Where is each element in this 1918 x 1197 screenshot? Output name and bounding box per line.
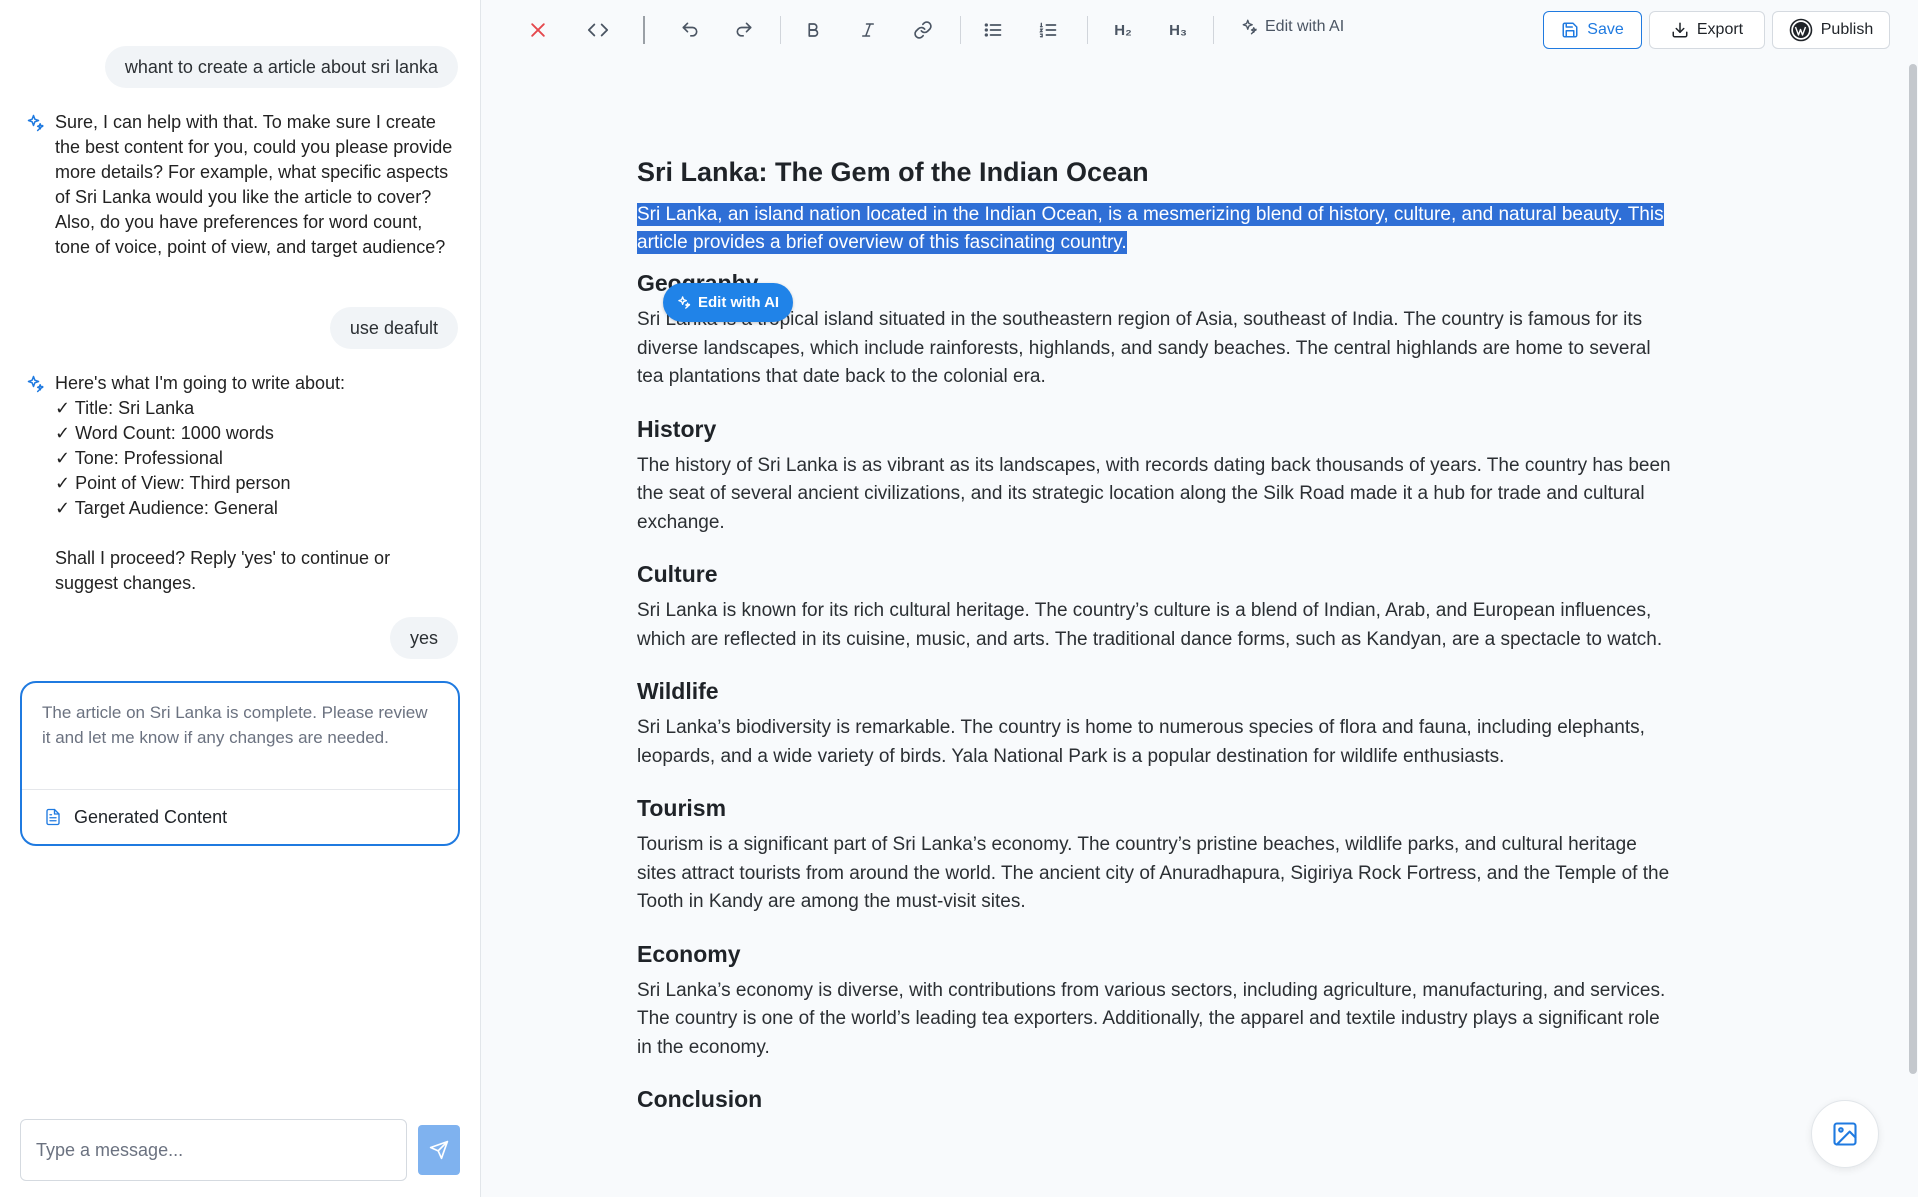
code-view-button[interactable] [583,15,613,45]
close-icon [531,23,545,37]
chat-history: whant to create a article about sri lank… [0,0,480,1097]
generated-content-link[interactable]: Generated Content [22,790,458,844]
save-icon [1562,22,1578,38]
code-icon [587,23,609,37]
italic-button[interactable] [853,15,883,45]
bullet-list-icon [984,23,1002,37]
toolbar-divider [1087,16,1088,44]
assistant-message-text: Here's what I'm going to write about: ✓ … [55,373,391,593]
undo-button[interactable] [675,15,705,45]
section-history: History The history of Sri Lanka is as v… [637,414,1677,538]
edit-with-ai-label: Edit with AI [1265,18,1345,35]
ai-sparkle-icon [27,114,44,132]
message-input[interactable] [20,1119,407,1181]
selected-text[interactable]: Sri Lanka, an island nation located in t… [637,203,1664,254]
user-message: use deafult [329,307,458,349]
generated-result-card: The article on Sri Lanka is complete. Pl… [20,681,460,846]
toolbar-divider [643,16,645,44]
assistant-message: Sure, I can help with that. To make sure… [26,110,458,260]
floating-edit-with-ai-button[interactable]: Edit with AI [663,283,794,322]
section-body[interactable]: Tourism is a significant part of Sri Lan… [637,831,1677,917]
article-intro[interactable]: Sri Lanka, an island nation located in t… [637,201,1677,268]
toolbar-edit-with-ai-button[interactable]: Edit with AI [1241,18,1344,36]
toolbar-divider [960,16,961,44]
section-body[interactable]: The history of Sri Lanka is as vibrant a… [637,452,1677,538]
link-button[interactable] [908,15,938,45]
image-icon [1833,1122,1857,1146]
redo-icon [736,22,752,37]
save-label: Save [1587,21,1624,38]
link-icon [914,21,932,39]
ai-sparkle-icon [1242,19,1257,35]
heading-3-label: H₃ [1169,21,1187,39]
assistant-message-text: Sure, I can help with that. To make sure… [55,112,453,257]
publish-button[interactable]: Publish [1772,11,1890,49]
floating-edit-with-ai-label: Edit with AI [698,294,780,311]
export-button[interactable]: Export [1649,11,1765,49]
toolbar-divider [780,16,781,44]
close-button[interactable] [523,15,553,45]
redo-button[interactable] [729,15,759,45]
heading-3-button[interactable]: H₃ [1163,15,1193,45]
section-body[interactable]: Sri Lanka is known for its rich cultural… [637,597,1677,654]
user-message-text: use deafult [349,318,438,338]
bold-icon [808,23,819,37]
section-body[interactable]: Sri Lanka is a tropical island situated … [637,306,1677,392]
section-heading[interactable]: Culture [637,559,1677,589]
italic-icon [862,23,874,37]
user-message-text: yes [409,628,438,648]
send-button[interactable] [418,1125,460,1175]
export-label: Export [1696,21,1744,38]
send-icon [429,1140,449,1160]
insert-image-button[interactable] [1811,1100,1879,1168]
section-heading[interactable]: Tourism [637,793,1677,823]
wordpress-icon [1789,18,1813,42]
section-culture: Culture Sri Lanka is known for its rich … [637,559,1677,654]
section-conclusion: Conclusion [637,1084,1677,1114]
article-editor[interactable]: Sri Lanka: The Gem of the Indian Ocean S… [637,155,1677,1122]
generated-content-label: Generated Content [74,806,228,827]
section-body[interactable]: Sri Lanka’s biodiversity is remarkable. … [637,714,1677,771]
document-icon [46,808,60,826]
bullet-list-button[interactable] [978,15,1008,45]
ai-sparkle-icon [27,375,44,393]
section-heading[interactable]: Geography [637,268,1677,298]
user-message: whant to create a article about sri lank… [104,46,458,88]
editor-toolbar: H₂ H₃ Edit with AI Save Export Publish [482,0,1918,60]
section-tourism: Tourism Tourism is a significant part of… [637,793,1677,917]
undo-icon [682,22,698,37]
section-wildlife: Wildlife Sri Lanka’s biodiversity is rem… [637,676,1677,771]
result-card-text: The article on Sri Lanka is complete. Pl… [22,683,458,790]
heading-2-button[interactable]: H₂ [1108,15,1138,45]
numbered-list-button[interactable] [1033,15,1063,45]
article-title[interactable]: Sri Lanka: The Gem of the Indian Ocean [637,155,1677,201]
section-economy: Economy Sri Lanka’s economy is diverse, … [637,939,1677,1063]
section-heading[interactable]: Economy [637,939,1677,969]
section-heading[interactable]: Conclusion [637,1084,1677,1114]
section-heading[interactable]: Wildlife [637,676,1677,706]
bold-button[interactable] [798,15,828,45]
section-heading[interactable]: History [637,414,1677,444]
numbered-list-icon [1039,22,1057,38]
save-button[interactable]: Save [1543,11,1642,49]
section-body[interactable]: Sri Lanka’s economy is diverse, with con… [637,977,1677,1063]
ai-sparkle-icon [678,296,691,309]
chat-panel: whant to create a article about sri lank… [0,0,481,1197]
editor-scrollbar-thumb[interactable] [1909,64,1917,1074]
download-icon [1672,22,1688,38]
heading-2-label: H₂ [1114,21,1132,39]
user-message-text: whant to create a article about sri lank… [124,57,438,77]
user-message: yes [389,617,458,659]
toolbar-divider [1213,16,1214,44]
section-geography: Geography Sri Lanka is a tropical island… [637,268,1677,392]
publish-label: Publish [1820,21,1874,38]
assistant-message: Here's what I'm going to write about: ✓ … [26,371,458,596]
